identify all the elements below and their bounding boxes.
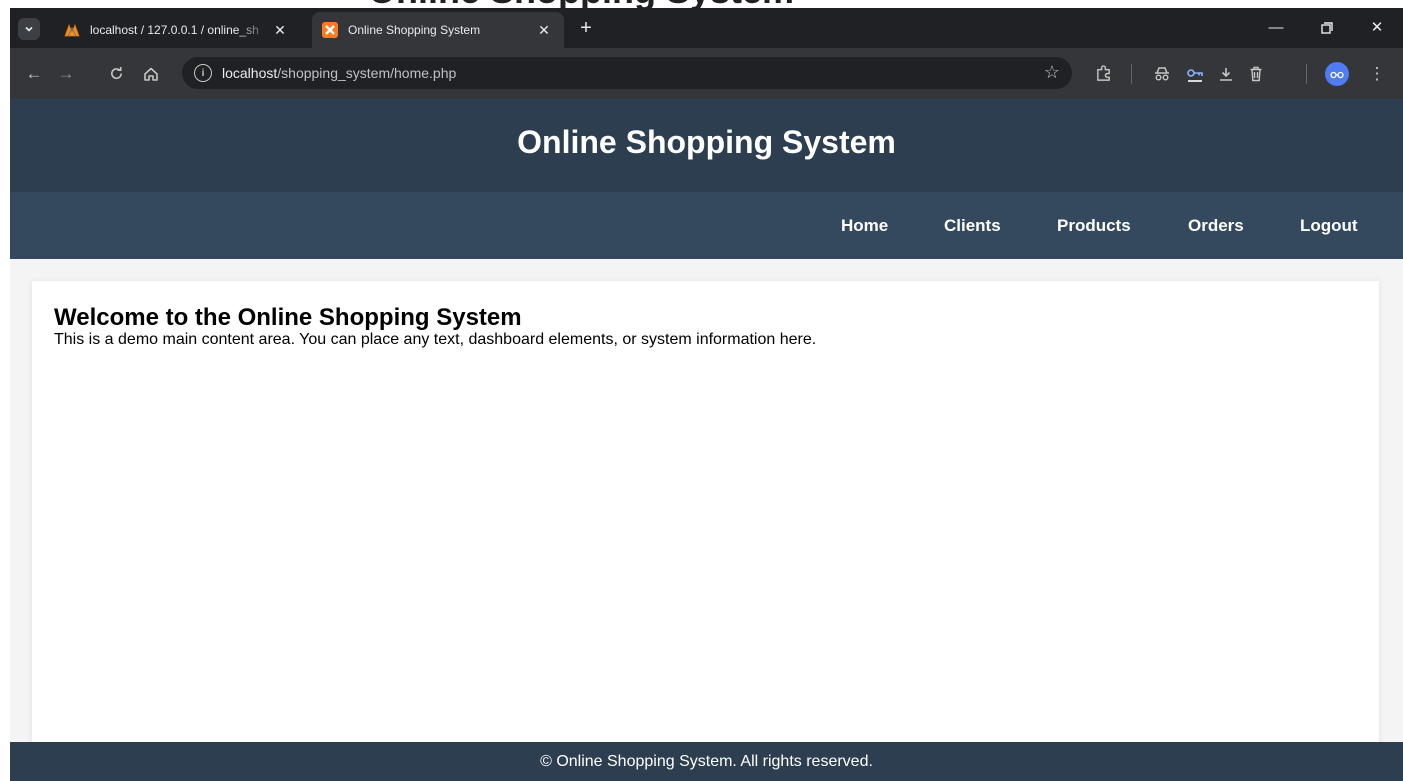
tab-online-shopping[interactable]: Online Shopping System ✕ bbox=[312, 12, 564, 48]
tab-search-button[interactable] bbox=[18, 18, 40, 40]
delete-icon[interactable] bbox=[1244, 62, 1268, 86]
minimize-icon[interactable]: — bbox=[1262, 18, 1290, 38]
password-key-icon[interactable] bbox=[1183, 62, 1207, 86]
xampp-icon bbox=[322, 22, 338, 38]
address-url: localhost/shopping_system/home.php bbox=[222, 65, 456, 81]
nav-link-orders[interactable]: Orders bbox=[1188, 216, 1244, 236]
download-icon[interactable] bbox=[1214, 62, 1238, 86]
welcome-text: This is a demo main content area. You ca… bbox=[54, 331, 817, 348]
site-nav: Home Clients Products Orders Logout bbox=[10, 192, 1403, 259]
browser-window: localhost / 127.0.0.1 / online_sh ✕ Onli… bbox=[10, 8, 1403, 781]
main-content: Welcome to the Online Shopping System Th… bbox=[32, 281, 1379, 761]
bookmark-star-icon[interactable]: ☆ bbox=[1044, 62, 1060, 83]
welcome-heading: Welcome to the Online Shopping System bbox=[54, 304, 522, 331]
site-footer: © Online Shopping System. All rights res… bbox=[10, 742, 1403, 781]
new-tab-button[interactable]: + bbox=[574, 17, 598, 41]
tab-strip: localhost / 127.0.0.1 / online_sh ✕ Onli… bbox=[10, 8, 1403, 48]
address-bar[interactable]: i localhost/shopping_system/home.php ☆ bbox=[182, 57, 1072, 89]
extensions-icon[interactable] bbox=[1091, 62, 1115, 86]
profile-avatar-icon[interactable] bbox=[1325, 62, 1349, 86]
footer-text: © Online Shopping System. All rights res… bbox=[540, 752, 873, 770]
clipped-top-heading: Online Shopping System bbox=[0, 0, 1403, 8]
tab-title: localhost / 127.0.0.1 / online_sh bbox=[90, 23, 259, 37]
restore-icon[interactable] bbox=[1313, 18, 1341, 38]
tab-phpmyadmin[interactable]: localhost / 127.0.0.1 / online_sh ✕ bbox=[54, 12, 300, 48]
url-path: /shopping_system/home.php bbox=[277, 65, 457, 81]
nav-link-logout[interactable]: Logout bbox=[1300, 216, 1358, 236]
toolbar-divider bbox=[1131, 64, 1132, 84]
incognito-icon[interactable] bbox=[1150, 62, 1174, 86]
forward-arrow-icon[interactable]: → bbox=[54, 62, 78, 86]
site-info-icon[interactable]: i bbox=[194, 64, 212, 82]
nav-link-products[interactable]: Products bbox=[1057, 216, 1131, 236]
site-title: Online Shopping System bbox=[517, 124, 896, 160]
tab-title: Online Shopping System bbox=[348, 23, 481, 37]
more-menu-icon[interactable]: ⋮ bbox=[1365, 62, 1389, 86]
close-tab-icon[interactable]: ✕ bbox=[536, 22, 552, 39]
url-host: localhost bbox=[222, 65, 278, 81]
web-page: Online Shopping System Home Clients Prod… bbox=[10, 99, 1403, 781]
close-window-icon[interactable]: ✕ bbox=[1363, 18, 1391, 38]
phpmyadmin-icon bbox=[64, 22, 80, 38]
clipped-heading-text: Online Shopping System bbox=[368, 0, 794, 8]
site-header: Online Shopping System bbox=[10, 99, 1403, 192]
reload-icon[interactable] bbox=[104, 62, 128, 86]
home-icon[interactable] bbox=[139, 62, 163, 86]
nav-link-clients[interactable]: Clients bbox=[944, 216, 1001, 236]
toolbar-divider bbox=[1306, 64, 1307, 84]
nav-link-home[interactable]: Home bbox=[841, 216, 888, 236]
chevron-down-icon bbox=[25, 26, 33, 32]
browser-toolbar: ← → i localhost/shopping_system/home.php… bbox=[10, 48, 1403, 99]
close-tab-icon[interactable]: ✕ bbox=[272, 22, 288, 39]
back-arrow-icon[interactable]: ← bbox=[22, 62, 46, 86]
